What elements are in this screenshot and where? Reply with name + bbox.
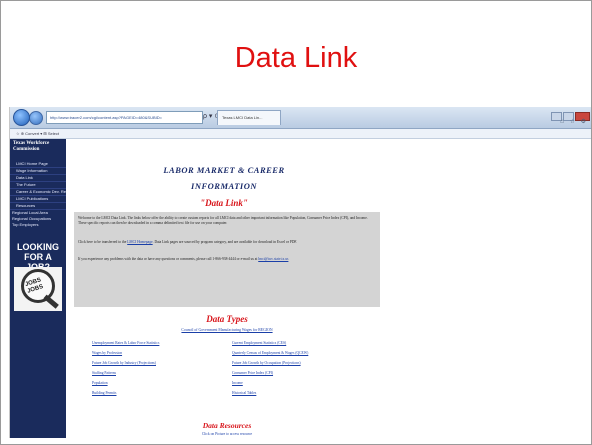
sidebar: Texas Workforce Commission LMCI Home Pag… — [10, 139, 66, 438]
data-types-left-column: Unemployment Rates & Labor Force Statist… — [92, 338, 159, 398]
intro-paragraph: Welcome to the LMCI Data Link. The links… — [78, 216, 368, 225]
jobs-magnifier-image[interactable]: JOBS JOBS — [14, 267, 62, 311]
slide: Data Link http://www.tracer2.com/cgi/con… — [0, 0, 592, 445]
heading-data-link: "Data Link" — [200, 198, 248, 208]
contact-text: If you experience any problems with the … — [78, 257, 259, 261]
lmci-homepage-link[interactable]: LMCI Homepage — [127, 240, 152, 244]
link-population[interactable]: Population — [92, 378, 159, 388]
heading-labor-market: LABOR MARKET & CAREER — [163, 165, 285, 175]
link-staffing-patterns[interactable]: Staffing Patterns — [92, 368, 159, 378]
sidebar-nav: LMCI Home Page Wage Information Data Lin… — [10, 161, 66, 228]
link-qcew[interactable]: Quarterly Census of Employment & Wages (… — [232, 348, 308, 358]
sidebar-item-lmci-home[interactable]: LMCI Home Page — [10, 161, 66, 168]
link-future-job-growth-industry[interactable]: Future Job Growth by Industry (Projectio… — [92, 358, 159, 368]
browser-tab[interactable]: Texas LMCI Data Lin... — [217, 110, 281, 125]
homepage-text-pre: Click here to be transferred to the — [78, 240, 128, 244]
data-types-heading: Data Types — [206, 314, 248, 324]
link-unemployment-rates[interactable]: Unemployment Rates & Labor Force Statist… — [92, 338, 159, 348]
link-wages-by-profession[interactable]: Wages by Profession — [92, 348, 159, 358]
link-cpi[interactable]: Consumer Price Index (CPI) — [232, 368, 308, 378]
data-types-right-column: Current Employment Statistics (CES) Quar… — [232, 338, 308, 398]
contact-paragraph: If you experience any problems with the … — [78, 257, 374, 262]
forward-button[interactable] — [29, 111, 43, 125]
homepage-paragraph: Click here to be transferred to the LMCI… — [78, 240, 374, 245]
link-income[interactable]: Income — [232, 378, 308, 388]
link-future-job-growth-occupation[interactable]: Future Job Growth by Occupation (Project… — [232, 358, 308, 368]
address-bar[interactable]: http://www.tracer2.com/cgi/content.asp?P… — [46, 111, 203, 124]
heading-information: INFORMATION — [191, 181, 257, 191]
looking-for-job-banner[interactable]: LOOKING FOR A JOB? — [13, 242, 63, 272]
intro-box: Welcome to the LMCI Data Link. The links… — [74, 212, 380, 307]
sidebar-item-the-future[interactable]: The Future — [10, 182, 66, 189]
org-title: Texas Workforce Commission — [13, 141, 50, 152]
back-button[interactable] — [13, 109, 30, 126]
sidebar-item-data-link[interactable]: Data Link — [10, 175, 66, 182]
favorites-bar[interactable]: ☆ ⊕ Convert ▾ ⊞ Select — [10, 129, 592, 139]
sidebar-item-wage-information[interactable]: Wage Information — [10, 168, 66, 175]
sidebar-item-top-employers[interactable]: Top Employers — [10, 222, 66, 228]
sidebar-item-lmci-publications[interactable]: LMCI Publications — [10, 196, 66, 203]
email-link[interactable]: lmci@twc.state.tx.us — [258, 257, 288, 261]
data-types-subheading-link[interactable]: Council of Government Manufacturing Wage… — [74, 328, 380, 332]
toolbar-icons[interactable]: ⌂ ☆ ⚙ — [560, 118, 588, 125]
jobs-image-text: JOBS JOBS — [24, 277, 45, 295]
data-resources-heading: Data Resources — [202, 421, 252, 430]
link-current-employment-statistics[interactable]: Current Employment Statistics (CES) — [232, 338, 308, 348]
browser-screenshot: http://www.tracer2.com/cgi/content.asp?P… — [9, 107, 592, 438]
homepage-text-post: . Data Link pages are sourced by program… — [152, 240, 298, 244]
link-historical-tables[interactable]: Historical Tables — [232, 388, 308, 398]
link-building-permits[interactable]: Building Permits — [92, 388, 159, 398]
sidebar-item-resources[interactable]: Resources — [10, 203, 66, 210]
browser-toolbar: http://www.tracer2.com/cgi/content.asp?P… — [10, 107, 592, 129]
data-resources-subtext: Click on Picture to access resource — [201, 432, 253, 436]
main-content: LABOR MARKET & CAREER INFORMATION "Data … — [74, 139, 380, 438]
slide-title: Data Link — [234, 42, 358, 74]
web-page: Texas Workforce Commission LMCI Home Pag… — [10, 139, 592, 438]
sidebar-item-career-economic[interactable]: Career & Economic Dev. Resource — [10, 189, 66, 196]
